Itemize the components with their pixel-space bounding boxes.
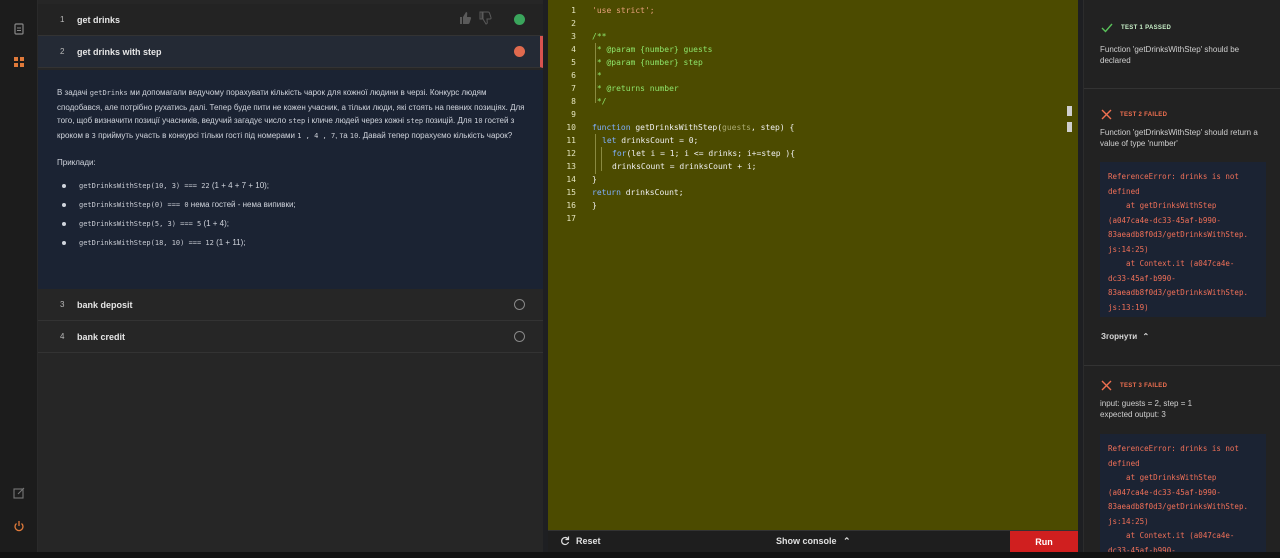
line-number: 8 <box>571 97 576 106</box>
thumbs-up-icon[interactable] <box>458 11 472 25</box>
list-item: getDrinksWithStep(10, 3) === 22 (1 + 4 +… <box>57 179 525 194</box>
line-gutter: 1 2 3 4 5 6 7 8 9 10 11 12 13 14 15 16 1… <box>548 0 582 530</box>
list-item: getDrinksWithStep(18, 10) === 12 (1 + 11… <box>57 236 525 251</box>
status-pending-icon <box>514 331 525 342</box>
status-failed-icon <box>514 46 525 57</box>
line-number: 14 <box>566 175 576 184</box>
line-number: 10 <box>566 123 576 132</box>
grid-icon[interactable] <box>12 55 26 69</box>
code-line: } <box>592 201 597 210</box>
task-description: В задачі getDrinks ми допомагали ведучом… <box>38 70 543 289</box>
line-number: 13 <box>566 162 576 171</box>
task-title: bank deposit <box>77 299 133 310</box>
task-title: bank credit <box>77 331 126 342</box>
bottom-strip <box>0 552 1280 558</box>
code-line: let drinksCount = 0; <box>602 136 699 145</box>
close-icon <box>1101 380 1112 391</box>
task-item[interactable]: 3 bank deposit <box>38 289 543 321</box>
chevron-up-icon: ⌃ <box>843 536 851 546</box>
code-line: } <box>592 175 597 184</box>
rating-controls <box>458 11 492 25</box>
console-label: Show console <box>776 536 837 546</box>
scrollbar-marker[interactable] <box>1067 122 1072 132</box>
line-number: 4 <box>571 45 576 54</box>
task-title: get drinks with step <box>77 46 162 57</box>
indent-guide <box>595 134 596 174</box>
code-line: function getDrinksWithStep(guests, step)… <box>592 123 795 132</box>
description-paragraph: В задачі getDrinks ми допомагали ведучом… <box>57 88 525 140</box>
status-pending-icon <box>514 299 525 310</box>
chevron-up-icon: ⌃ <box>1142 332 1150 341</box>
code-line: * @param {number} guests <box>592 45 713 54</box>
task-number: 2 <box>60 47 65 56</box>
list-item: getDrinksWithStep(0) === 0 нема гостей -… <box>57 198 525 213</box>
line-number: 2 <box>571 19 576 28</box>
task-panel: 1 get drinks 2 get drinks with step В за… <box>38 0 543 558</box>
examples-list: getDrinksWithStep(10, 3) === 22 (1 + 4 +… <box>57 179 525 251</box>
code-line: * @returns number <box>592 84 679 93</box>
line-number: 6 <box>571 71 576 80</box>
line-number: 15 <box>566 188 576 197</box>
reset-button[interactable]: Reset <box>560 536 601 546</box>
line-number: 5 <box>571 58 576 67</box>
task-item[interactable]: 1 get drinks <box>38 4 543 36</box>
code-line: return drinksCount; <box>592 188 684 197</box>
editor-toolbar: Reset Show console ⌃ Run <box>548 530 1078 553</box>
external-link-icon[interactable] <box>12 486 26 500</box>
collapse-button[interactable]: Згорнути ⌃ <box>1101 332 1149 341</box>
scrollbar-marker[interactable] <box>1067 106 1072 116</box>
line-number: 12 <box>566 149 576 158</box>
test-result-header: TEST 2 FAILED <box>1101 109 1167 120</box>
error-output: ReferenceError: drinks is not defined at… <box>1100 434 1266 552</box>
test-result-header: TEST 1 PASSED <box>1101 23 1171 33</box>
task-item[interactable]: 4 bank credit <box>38 321 543 353</box>
reset-label: Reset <box>576 536 601 546</box>
line-number: 11 <box>566 136 576 145</box>
error-output: ReferenceError: drinks is not defined at… <box>1100 162 1266 317</box>
code-line: drinksCount = drinksCount + i; <box>612 162 757 171</box>
list-item: getDrinksWithStep(5, 3) === 5 (1 + 4); <box>57 217 525 232</box>
line-number: 17 <box>566 214 576 223</box>
code-line: for(let i = 1; i <= drinks; i+=step ){ <box>612 149 796 158</box>
code-editor[interactable]: 1 2 3 4 5 6 7 8 9 10 11 12 13 14 15 16 1… <box>548 0 1078 530</box>
code-line: * <box>592 71 602 80</box>
run-button[interactable]: Run <box>1010 531 1078 553</box>
status-done-icon <box>514 14 525 25</box>
task-number: 4 <box>60 332 65 341</box>
code-line: * @param {number} step <box>592 58 703 67</box>
line-number: 7 <box>571 84 576 93</box>
close-icon <box>1101 109 1112 120</box>
test-result-text: Function 'getDrinksWithStep' should retu… <box>1100 128 1258 148</box>
left-rail <box>0 0 38 558</box>
examples-title: Приклади: <box>57 158 96 167</box>
test-result-text: Function 'getDrinksWithStep' should be d… <box>1100 45 1240 65</box>
power-icon[interactable] <box>12 519 26 533</box>
code-line: /** <box>592 32 607 41</box>
line-number: 3 <box>571 32 576 41</box>
test-result-header: TEST 3 FAILED <box>1101 380 1167 391</box>
line-number: 9 <box>571 110 576 119</box>
line-number: 1 <box>571 6 576 15</box>
document-icon[interactable] <box>12 22 26 36</box>
thumbs-down-icon[interactable] <box>478 11 492 25</box>
reset-icon <box>561 536 570 546</box>
check-icon <box>1101 23 1113 33</box>
test-results-panel: TEST 1 PASSED Function 'getDrinksWithSte… <box>1083 0 1280 558</box>
code-line: 'use strict'; <box>592 6 655 15</box>
show-console-button[interactable]: Show console ⌃ <box>776 536 851 547</box>
task-item-active[interactable]: 2 get drinks with step <box>38 36 543 68</box>
indent-guide <box>601 147 602 171</box>
task-title: get drinks <box>77 14 121 25</box>
task-number: 1 <box>60 15 65 24</box>
divider <box>1084 88 1280 89</box>
task-number: 3 <box>60 300 65 309</box>
line-number: 16 <box>566 201 576 210</box>
test-result-text: input: guests = 2, step = 1 expected out… <box>1100 399 1193 419</box>
divider <box>1084 365 1280 366</box>
code-line: */ <box>592 97 607 106</box>
